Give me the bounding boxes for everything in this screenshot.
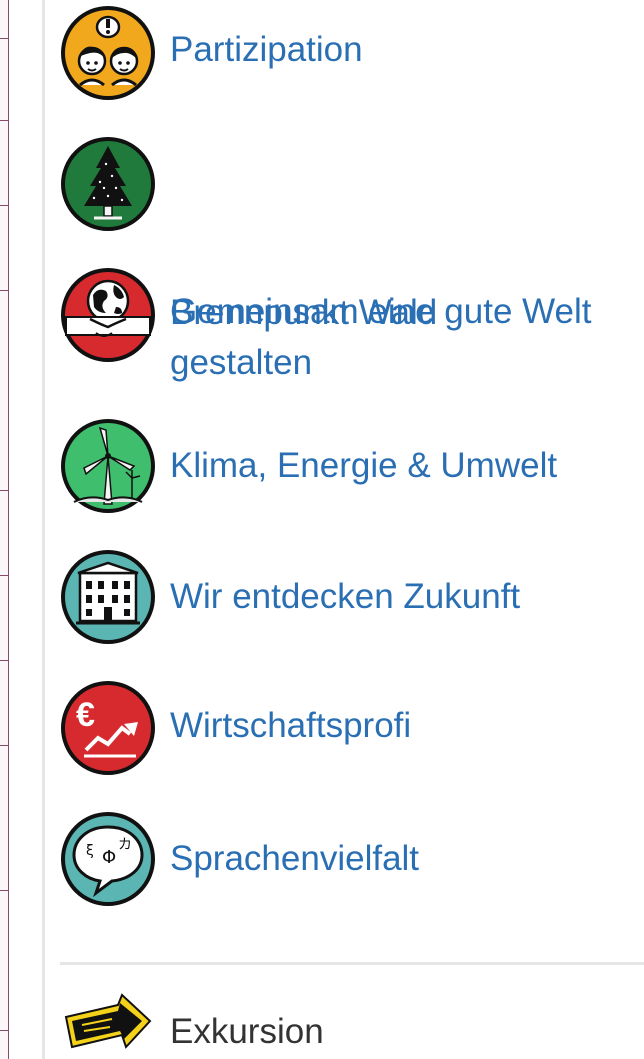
edge-tick [0, 290, 8, 291]
edge-tick [0, 205, 8, 206]
svg-text:€: € [76, 696, 95, 734]
edge-tick [0, 890, 8, 891]
outer-page-edge [0, 0, 9, 1059]
edge-tick [0, 490, 8, 491]
globe-handshake-icon [61, 268, 155, 362]
wind-turbine-icon [61, 419, 155, 513]
menu-item-label-line-1: Gemeinsam eine gute Welt [170, 292, 592, 331]
menu-item-sprachenvielfalt[interactable]: ξ Φ カ Sprachenvielfalt [45, 806, 644, 916]
menu-item-gemeinsam-eine-gute-welt[interactable]: Gemeinsam eine gute Welt gestalten [45, 262, 644, 397]
edge-tick [0, 38, 8, 39]
menu-item-wirtschaftsprofi[interactable]: € Wirtschaftsprofi [45, 675, 644, 785]
edge-tick [0, 575, 8, 576]
menu-item-label: Sprachenvielfalt [170, 839, 420, 878]
menu-item-label-line-2: gestalten [170, 343, 313, 382]
edge-tick [0, 745, 8, 746]
svg-text:カ: カ [118, 837, 132, 853]
page: Partizipation Brennpunkt Wald Gemeinsam … [0, 0, 644, 1059]
menu-item-label: Wir entdecken Zukunft [170, 577, 521, 616]
menu-item-wir-entdecken-zukunft[interactable]: Wir entdecken Zukunft [45, 544, 644, 654]
menu-item-label: Partizipation [170, 30, 363, 69]
menu-item-exkursion[interactable]: Exkursion [45, 985, 644, 1059]
excursion-sign-icon [64, 993, 152, 1049]
menu-item-label: Klima, Energie & Umwelt [170, 446, 558, 485]
menu-item-brennpunkt-wald[interactable]: Brennpunkt Wald [45, 131, 644, 332]
menu-item-label: Wirtschaftsprofi [170, 706, 412, 745]
svg-text:Φ: Φ [102, 847, 116, 868]
building-icon [61, 550, 155, 644]
menu-item-label: Exkursion [170, 1012, 324, 1051]
edge-tick [0, 1030, 8, 1031]
menu-item-klima-energie-umwelt[interactable]: Klima, Energie & Umwelt [45, 413, 644, 523]
svg-text:ξ: ξ [86, 843, 94, 859]
edge-tick [0, 120, 8, 121]
speech-bubble-icon: ξ Φ カ [61, 812, 155, 906]
edge-tick [0, 660, 8, 661]
forest-tree-icon [61, 137, 155, 231]
menu-divider [60, 962, 644, 965]
participation-icon [61, 6, 155, 100]
menu-item-partizipation[interactable]: Partizipation [45, 0, 644, 110]
euro-chart-icon: € [61, 681, 155, 775]
